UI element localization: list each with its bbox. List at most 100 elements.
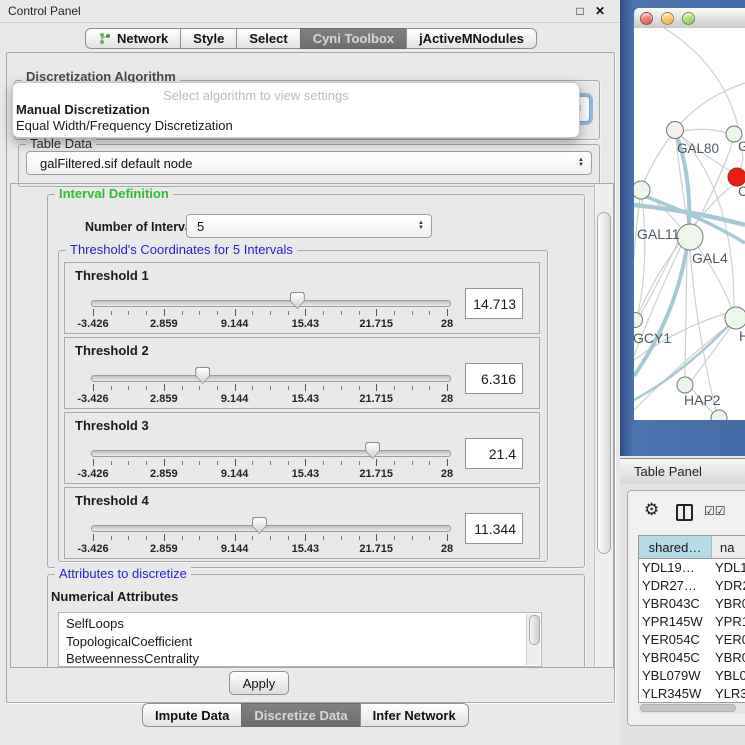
node-gal11[interactable] — [634, 181, 650, 199]
slider-tick-label: 28 — [441, 318, 453, 330]
tab-discretize-data[interactable]: Discretize Data — [241, 703, 360, 727]
table-data-combobox[interactable]: galFiltered.sif default node ▲▼ — [26, 151, 592, 175]
table-horizontal-scrollbar[interactable] — [638, 703, 745, 714]
cell-name[interactable]: YDR2 — [711, 577, 745, 595]
threshold-3-slider-track[interactable] — [91, 450, 451, 457]
slider-tick — [270, 311, 271, 315]
zoom-traffic-light-icon[interactable] — [682, 12, 695, 25]
list-item-topologicalcoefficient[interactable]: TopologicalCoefficient — [59, 633, 541, 651]
slider-tick — [376, 309, 377, 316]
threshold-1-value-field[interactable]: 14.713 — [465, 288, 523, 319]
threshold-3-value-field[interactable]: 21.4 — [465, 438, 523, 469]
table-horizontal-scrollbar-thumb[interactable] — [640, 704, 736, 712]
tab-select-label: Select — [249, 31, 287, 46]
number-of-intervals-combobox[interactable]: 5 ▲▼ — [186, 214, 432, 238]
algorithm-item-manual[interactable]: Manual Discretization — [16, 102, 150, 117]
table-row[interactable]: YBL079W YBL0 — [639, 667, 745, 685]
node-hap2[interactable] — [677, 377, 693, 393]
tab-cyni-toolbox-label: Cyni Toolbox — [313, 31, 394, 46]
tab-network[interactable]: Network — [85, 28, 181, 49]
table-row[interactable]: YDR27… YDR2 — [639, 577, 745, 595]
node-gal80[interactable] — [667, 122, 684, 139]
slider-tick — [305, 459, 306, 466]
algorithm-item-equal-width[interactable]: Equal Width/Frequency Discretization — [16, 118, 233, 133]
threshold-1-slider-thumb[interactable] — [290, 292, 305, 309]
column-header-shared-name[interactable]: shared… — [639, 536, 712, 558]
tab-jactivemnodules[interactable]: jActiveMNodules — [406, 28, 537, 49]
list-item-selfloops[interactable]: SelfLoops — [59, 613, 541, 633]
threshold-1-slider-track[interactable] — [91, 300, 451, 307]
cell-name[interactable]: YBL0 — [711, 667, 745, 685]
slider-tick — [447, 384, 448, 391]
table-row[interactable]: YLR345W YLR3 — [639, 685, 745, 703]
table-row[interactable]: YBR043C YBR0 — [639, 595, 745, 613]
tab-impute-data[interactable]: Impute Data — [142, 703, 242, 727]
cell-name[interactable]: YBR0 — [711, 595, 745, 613]
cell-name[interactable]: YLR3 — [711, 685, 745, 703]
network-canvas[interactable]: GAL80 G C GAL11 GAL4 GCY1 H HAP2 — [634, 28, 745, 420]
threshold-4-label: Threshold 4 — [75, 493, 149, 508]
slider-tick — [394, 311, 395, 315]
table-row[interactable]: YBR045C YBR0 — [639, 649, 745, 667]
attributes-list-scrollbar-thumb[interactable] — [529, 615, 540, 645]
threshold-2-slider-thumb[interactable] — [195, 367, 210, 384]
cell-shared-name[interactable]: YLR345W — [639, 685, 711, 703]
checkbox-filter-icon[interactable]: ☑☑ — [704, 504, 726, 518]
slider-tick-label: 2.859 — [150, 318, 178, 330]
table-row[interactable]: YPR145W YPR1 — [639, 613, 745, 631]
slider-tick-label: 9.144 — [221, 468, 249, 480]
cell-shared-name[interactable]: YDR27… — [639, 577, 711, 595]
gear-icon[interactable]: ⚙ — [644, 501, 659, 518]
cell-shared-name[interactable]: YPR145W — [639, 613, 711, 631]
float-window-icon[interactable]: □ — [572, 3, 588, 19]
minimize-traffic-light-icon[interactable] — [661, 12, 674, 25]
cell-shared-name[interactable]: YBL079W — [639, 667, 711, 685]
table-row[interactable]: YDL19… YDL1 — [639, 559, 745, 577]
node-gcy1[interactable] — [634, 313, 643, 328]
settings-scrollbar-thumb[interactable] — [597, 212, 611, 554]
cell-shared-name[interactable]: YER054C — [639, 631, 711, 649]
slider-tick — [93, 384, 94, 391]
column-layout-icon[interactable] — [676, 504, 693, 521]
tab-infer-network[interactable]: Infer Network — [360, 703, 469, 727]
settings-vertical-scrollbar[interactable] — [594, 184, 613, 667]
threshold-4-value-field[interactable]: 11.344 — [465, 513, 523, 544]
tab-style[interactable]: Style — [180, 28, 237, 49]
cell-shared-name[interactable]: YBR045C — [639, 649, 711, 667]
close-window-icon[interactable]: ✕ — [592, 3, 608, 19]
numerical-attributes-list: SelfLoops TopologicalCoefficient Between… — [58, 612, 542, 667]
table-panel-titlebar: Table Panel — [620, 458, 745, 485]
numerical-attributes-heading: Numerical Attributes — [51, 589, 178, 604]
threshold-4-panel: Threshold 4 -3.4262.8599.14415.4321.7152… — [64, 487, 540, 559]
attributes-group-title: Attributes to discretize — [55, 567, 191, 581]
cell-name[interactable]: YER0 — [711, 631, 745, 649]
threshold-3-slider-thumb[interactable] — [365, 442, 380, 459]
threshold-4-slider-track[interactable] — [91, 525, 451, 532]
node-bottom[interactable] — [711, 410, 727, 420]
slider-tick — [199, 386, 200, 390]
list-item-betweennesscentrality[interactable]: BetweennessCentrality — [59, 650, 541, 667]
column-header-name[interactable]: na — [712, 536, 745, 558]
cell-name[interactable]: YBR0 — [711, 649, 745, 667]
threshold-2-slider-track[interactable] — [91, 375, 451, 382]
table-row[interactable]: YER054C YER0 — [639, 631, 745, 649]
threshold-2-value-field[interactable]: 6.316 — [465, 363, 523, 394]
cell-shared-name[interactable]: YDL19… — [639, 559, 711, 577]
close-traffic-light-icon[interactable] — [640, 12, 653, 25]
apply-button[interactable]: Apply — [229, 671, 289, 695]
cell-name[interactable]: YPR1 — [711, 613, 745, 631]
node-gal4[interactable] — [677, 224, 703, 250]
node-h[interactable] — [725, 307, 745, 329]
number-of-intervals-value: 5 — [197, 219, 204, 234]
cell-name[interactable]: YDL1 — [711, 559, 745, 577]
slider-tick — [376, 534, 377, 541]
attributes-list-scrollbar[interactable] — [526, 614, 540, 665]
settings-scroll-pane: Interval Definition Number of Intervals … — [10, 183, 614, 668]
algorithm-prompt-item[interactable]: Select algorithm to view settings — [163, 88, 349, 103]
cell-shared-name[interactable]: YBR043C — [639, 595, 711, 613]
tab-cyni-toolbox[interactable]: Cyni Toolbox — [300, 28, 407, 49]
tab-select[interactable]: Select — [236, 28, 300, 49]
threshold-4-slider-thumb[interactable] — [252, 517, 267, 534]
network-window-titlebar[interactable] — [634, 8, 745, 29]
slider-tick — [394, 461, 395, 465]
